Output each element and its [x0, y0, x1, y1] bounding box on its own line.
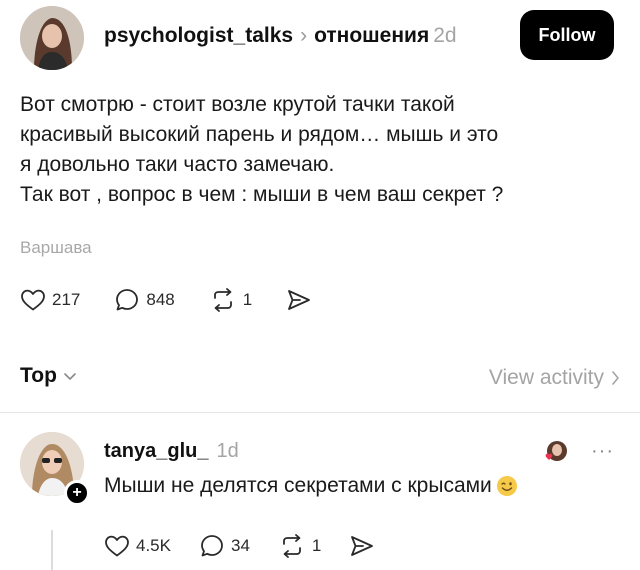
comment-icon [116, 289, 139, 311]
reply-share-button[interactable] [349, 534, 375, 558]
author-avatar[interactable] [20, 6, 84, 70]
reply-like-button[interactable]: 4.5K [104, 534, 171, 558]
heart-icon [105, 535, 129, 557]
heart-icon [21, 289, 45, 311]
post-text: Вот смотрю - стоит возле крутой тачки та… [20, 90, 620, 210]
like-count: 217 [52, 290, 81, 309]
reply-comment-button[interactable]: 34 [199, 533, 250, 559]
reply-author-line: tanya_glu_ 1d [104, 440, 239, 463]
reply-item: + tanya_glu_ 1d ··· Мыши не делятся секре… [20, 432, 620, 570]
reply-repost-button[interactable]: 1 [278, 533, 321, 559]
comment-icon [201, 535, 223, 557]
follow-plus-badge[interactable]: + [64, 480, 90, 506]
comment-count: 848 [146, 290, 175, 309]
author-line: psychologist_talks › отношения 2d [104, 24, 457, 48]
reply-like-count: 4.5K [136, 536, 171, 555]
thread-line [51, 530, 53, 570]
reply-age: 1d [216, 440, 239, 462]
winking-face-icon [496, 476, 517, 496]
sort-label: Top [20, 364, 57, 387]
view-activity-link[interactable]: View activity [489, 366, 620, 390]
more-options-icon[interactable]: ··· [591, 440, 614, 463]
author-avatar-image [20, 6, 84, 70]
chevron-right-icon [612, 371, 619, 385]
post-location[interactable]: Варшава [20, 238, 92, 258]
author-name[interactable]: psychologist_talks [104, 24, 293, 47]
share-icon [351, 536, 374, 556]
reply-author-name[interactable]: tanya_glu_ [104, 440, 208, 462]
post-text-line: я довольно таки часто замечаю. [20, 153, 335, 176]
follow-button[interactable]: Follow [520, 10, 614, 60]
post-actions: 217 848 1 [20, 284, 346, 316]
reply-actions: 4.5K 34 1 [104, 530, 403, 562]
reply-text: Мыши не делятся секретами с крысами [104, 474, 518, 498]
repost-icon [213, 288, 232, 312]
post-text-line: Вот смотрю - стоит возле крутой тачки та… [20, 93, 455, 116]
topic-link[interactable]: отношения [314, 24, 429, 47]
reply-text-body: Мыши не делятся секретами с крысами [104, 474, 492, 497]
post-text-line: красивый высокий парень и рядом… мышь и … [20, 123, 499, 146]
post-age: 2d [433, 24, 457, 47]
share-icon [288, 290, 311, 310]
comment-button[interactable]: 848 [114, 287, 175, 313]
author-liked-badge [540, 438, 570, 473]
repost-count: 1 [242, 290, 253, 309]
liker-avatar-icon [545, 441, 567, 461]
repost-button[interactable]: 1 [209, 287, 252, 313]
share-button[interactable] [286, 288, 312, 312]
topic-separator: › [300, 24, 308, 47]
post-text-line: Так вот , вопрос в чем : мыши в чем ваш … [20, 183, 504, 206]
divider [0, 412, 640, 413]
reply-comment-count: 34 [230, 536, 250, 555]
chevron-down-icon [64, 373, 76, 380]
replies-sort-bar: Top View activity [20, 364, 620, 394]
reply-repost-count: 1 [311, 536, 322, 555]
sort-dropdown[interactable]: Top [20, 364, 77, 388]
like-button[interactable]: 217 [20, 288, 80, 312]
repost-icon [283, 534, 301, 558]
post-header: psychologist_talks › отношения 2d Follow [20, 6, 620, 70]
view-activity-label: View activity [488, 366, 604, 389]
